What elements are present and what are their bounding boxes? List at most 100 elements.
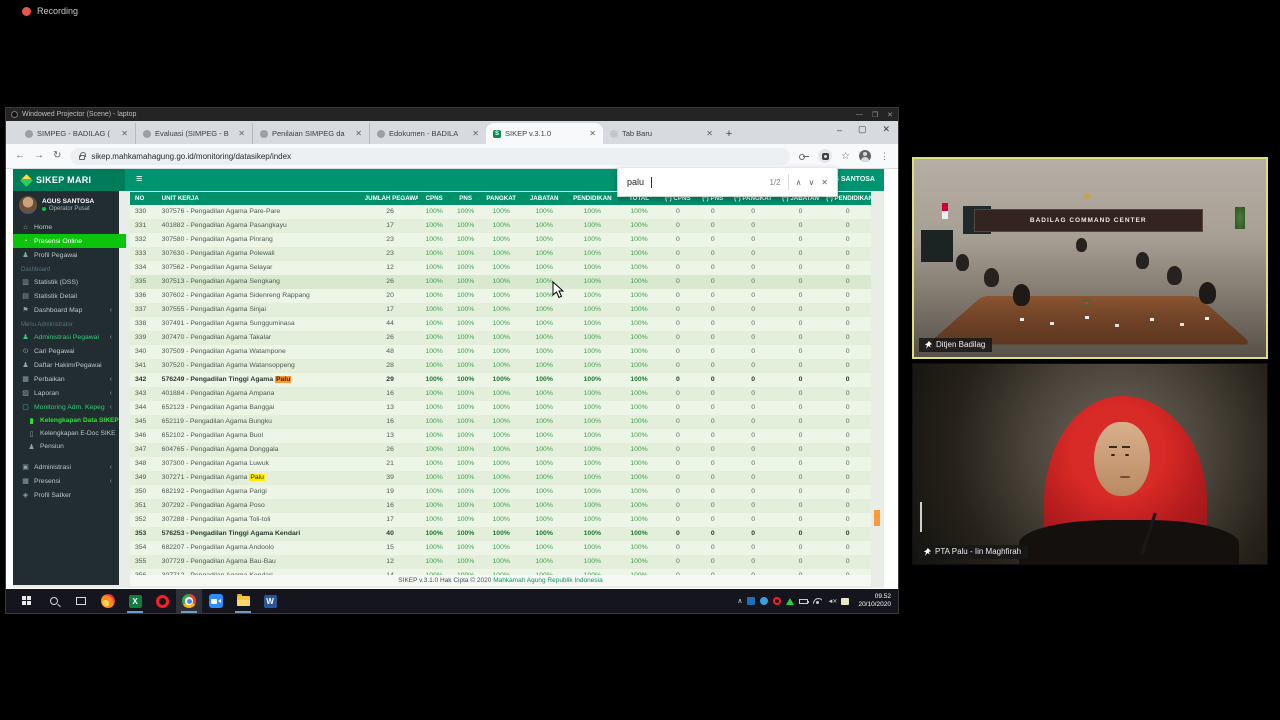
- hamburger-menu-icon[interactable]: ≡: [136, 173, 142, 185]
- sidebar-item-profil-pegawai[interactable]: ♟Profil Pegawai: [13, 248, 119, 262]
- user-icon: ♟: [21, 251, 30, 259]
- notifications-icon[interactable]: [841, 598, 849, 605]
- tray-opera-icon[interactable]: [773, 597, 781, 605]
- profile-avatar-icon[interactable]: [859, 150, 871, 162]
- start-button[interactable]: [14, 589, 40, 613]
- browser-menu-icon[interactable]: ⋮: [880, 151, 889, 162]
- projector-close-icon[interactable]: ✕: [887, 111, 893, 119]
- zoom-app-icon[interactable]: [203, 589, 229, 613]
- unit-kerja-cell: 604765 - Pengadilan Agama Donggala: [157, 443, 363, 457]
- browser-tab-5[interactable]: SSIKEP v.3.1.0✕: [486, 123, 603, 144]
- lock-icon[interactable]: [79, 155, 85, 160]
- tab-favicon: [143, 130, 151, 138]
- sidebar-item-perbaikan[interactable]: ▦Perbaikan‹: [13, 372, 119, 386]
- taskbar-clock[interactable]: 09.52 20/10/2020: [854, 593, 891, 610]
- reload-icon[interactable]: ↻: [53, 151, 61, 161]
- sidebar-item-label: Statistik (DSS): [34, 279, 78, 286]
- tab-close-icon[interactable]: ✕: [706, 129, 713, 138]
- sidebar-item-administrasi-pegawai[interactable]: ♟Administrasi Pegawai‹: [13, 330, 119, 344]
- browser-maximize-icon[interactable]: ▢: [858, 124, 867, 135]
- browser-tab-2[interactable]: Evaluasi (SIMPEG - B✕: [135, 123, 252, 144]
- tray-expand-icon[interactable]: ∧: [737, 597, 742, 605]
- video-feed-ditjen-badilag[interactable]: BADILAG COMMAND CENTER Ditjen Badilag: [912, 157, 1268, 359]
- tab-close-icon[interactable]: ✕: [355, 129, 362, 138]
- browser-tab-4[interactable]: Edokumen - BADILA✕: [369, 123, 486, 144]
- task-view-icon[interactable]: [68, 589, 94, 613]
- back-icon[interactable]: ←: [15, 151, 25, 161]
- sidebar-item-profil-satker[interactable]: ◈Profil Satker: [13, 488, 119, 502]
- file-explorer-icon[interactable]: [230, 589, 256, 613]
- tab-close-icon[interactable]: ✕: [121, 129, 128, 138]
- user-avatar: [19, 196, 37, 214]
- firefox-icon[interactable]: [95, 589, 121, 613]
- sidebar-item-presensi-online[interactable]: ◔Presensi Online: [13, 234, 126, 248]
- tray-app-icon-1[interactable]: [747, 597, 755, 605]
- tab-favicon: [610, 130, 618, 138]
- find-next-icon[interactable]: ∨: [808, 178, 814, 187]
- footer-link[interactable]: Mahkamah Agung Republik Indonesia: [493, 577, 603, 584]
- tab-close-icon[interactable]: ✕: [589, 129, 596, 138]
- sidebar-item-monitoring-adm-kepeg[interactable]: ▢Monitoring Adm. Kepeg‹: [13, 400, 119, 414]
- recording-dot-icon: [22, 7, 31, 16]
- tray-app-icon-3[interactable]: [786, 598, 794, 605]
- browser-close-icon[interactable]: ✕: [882, 124, 890, 135]
- video-feed-pta-palu[interactable]: PTA Palu - Iin Maghfirah: [912, 363, 1268, 565]
- tab-label: Penilaian SIMPEG da: [272, 129, 349, 138]
- column-header: PENDIDIKAN: [566, 192, 618, 205]
- sidebar-item-laporan[interactable]: ▨Laporan‹: [13, 386, 119, 400]
- wifi-icon[interactable]: [813, 598, 822, 605]
- sidebar-item-pensiun[interactable]: ♟Pensiun: [13, 440, 119, 453]
- chrome-icon[interactable]: [176, 589, 202, 613]
- volume-muted-icon[interactable]: ◄✕: [827, 598, 836, 605]
- browser-tab-3[interactable]: Penilaian SIMPEG da ✕: [252, 123, 369, 144]
- find-close-icon[interactable]: ✕: [821, 178, 828, 187]
- chevron-left-icon: ‹: [110, 478, 114, 485]
- opera-icon[interactable]: [149, 589, 175, 613]
- sidebar-item-home[interactable]: ⌂Home: [13, 220, 119, 234]
- forward-icon[interactable]: →: [34, 151, 44, 161]
- sikep-logo[interactable]: SIKEP MARI: [13, 169, 125, 191]
- browser-minimize-icon[interactable]: –: [837, 125, 842, 135]
- sidebar-item-dashboard-map[interactable]: ⚑Dashboard Map‹: [13, 303, 119, 317]
- excel-icon[interactable]: X: [122, 589, 148, 613]
- password-key-icon[interactable]: [799, 151, 809, 161]
- unit-kerja-cell: 401882 - Pengadilan Agama Pasangkayu: [157, 219, 363, 233]
- unit-kerja-cell: 307580 - Pengadilan Agama Pinrang: [157, 233, 363, 247]
- bookmark-star-icon[interactable]: ☆: [841, 151, 850, 162]
- address-bar-extension-icon[interactable]: [818, 149, 832, 163]
- battery-icon[interactable]: [799, 599, 808, 604]
- projector-maximize-icon[interactable]: ❐: [872, 111, 878, 119]
- table-row: 342576249 - Pengadilan Tinggi Agama Palu…: [130, 373, 871, 387]
- sidebar-item-administrasi[interactable]: ▣Administrasi‹: [13, 460, 119, 474]
- mouse-cursor: [552, 281, 564, 304]
- projector-minimize-icon[interactable]: —: [856, 111, 863, 119]
- browser-tab-6[interactable]: Tab Baru✕: [603, 123, 720, 144]
- sidebar-user-panel[interactable]: AGUS SANTOSA Operator Pusat: [13, 191, 119, 220]
- unit-kerja-cell: 307288 - Pengadilan Agama Toli-toli: [157, 513, 363, 527]
- address-bar[interactable]: sikep.mahkamahagung.go.id/monitoring/dat…: [70, 148, 790, 165]
- user-icon: ♟: [27, 443, 36, 451]
- sidebar-item-statistik-detail[interactable]: ▤Statistik Detail: [13, 289, 119, 303]
- new-tab-button[interactable]: +: [720, 124, 738, 144]
- find-previous-icon[interactable]: ∧: [796, 178, 802, 187]
- table-row: 338307491 - Pengadilan Agama Sungguminas…: [130, 317, 871, 331]
- table-row: 349307271 - Pengadilan Agama Palu39100%1…: [130, 471, 871, 485]
- scrollbar-find-marker[interactable]: [874, 510, 880, 526]
- sidebar-item-label: Monitoring Adm. Kepeg: [34, 404, 105, 411]
- word-icon[interactable]: W: [257, 589, 283, 613]
- tab-close-icon[interactable]: ✕: [238, 129, 245, 138]
- sidebar-item-kelengkapan-data-sikep[interactable]: ▮Kelengkapan Data SIKEP: [13, 414, 119, 427]
- find-input[interactable]: palu: [627, 177, 644, 187]
- sidebar-item-statistik-dss-[interactable]: ▥Statistik (DSS): [13, 275, 119, 289]
- sidebar-item-cari-pegawai[interactable]: ⊙Cari Pegawai: [13, 344, 119, 358]
- sidebar-item-kelengkapan-e-doc-sike[interactable]: ▯Kelengkapan E-Doc SIKE: [13, 427, 119, 440]
- tray-app-icon-2[interactable]: [760, 597, 768, 605]
- taskbar-search-icon[interactable]: [41, 589, 67, 613]
- tab-close-icon[interactable]: ✕: [472, 129, 479, 138]
- sidebar-item-presensi[interactable]: ▦Presensi‹: [13, 474, 119, 488]
- projector-titlebar[interactable]: Windowed Projector (Scene) - laptop — ❐ …: [6, 108, 898, 121]
- table-row: 353576253 - Pengadilan Tinggi Agama Kend…: [130, 527, 871, 541]
- sidebar-item-daftar-hakim-pegawai[interactable]: ♟Daftar Hakim/Pegawai: [13, 358, 119, 372]
- sidebar-item-label: Dashboard Map: [34, 307, 82, 314]
- browser-tab-1[interactable]: SIMPEG - BADILAG (✕: [18, 123, 135, 144]
